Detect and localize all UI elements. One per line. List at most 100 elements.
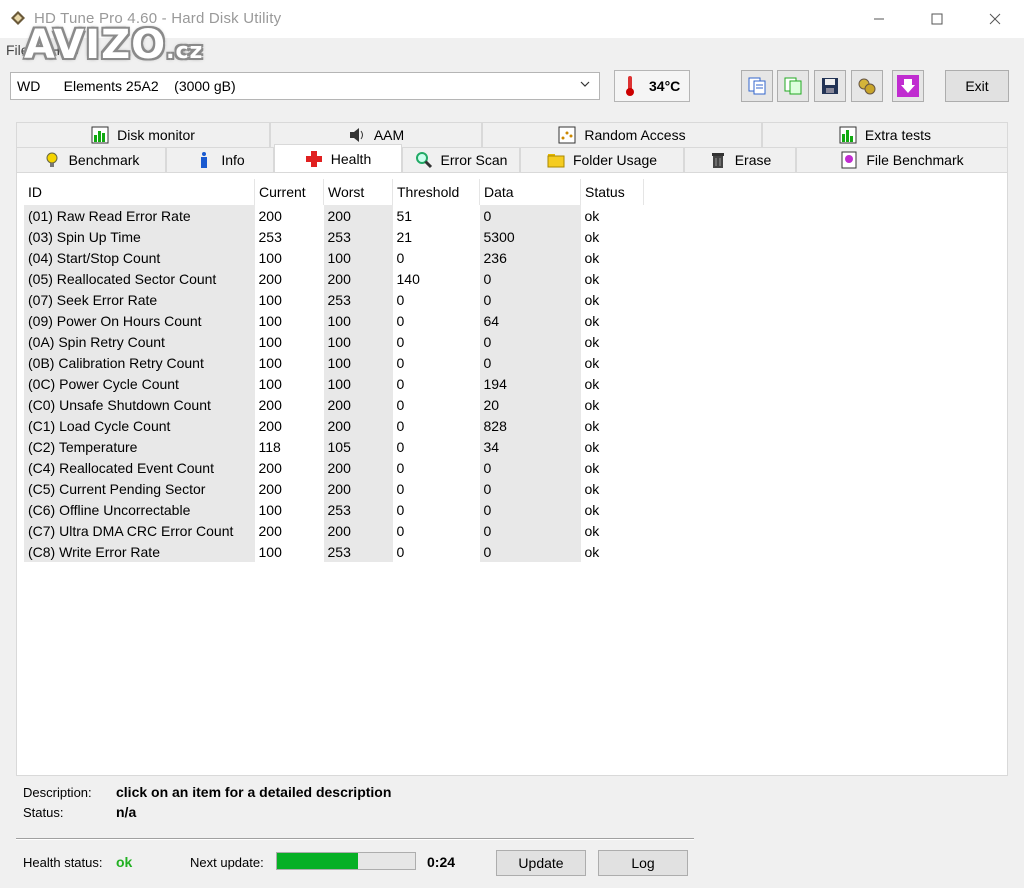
- cell-current: 200: [258, 522, 282, 539]
- cell-id: (03) Spin Up Time: [24, 226, 255, 247]
- cell-id: (C5) Current Pending Sector: [24, 478, 255, 499]
- cell-status: ok: [584, 459, 600, 476]
- description-value: click on an item for a detailed descript…: [116, 784, 392, 800]
- tab-label: AAM: [373, 127, 405, 143]
- chevron-down-icon: [579, 78, 591, 93]
- column-header-threshold[interactable]: Threshold: [392, 179, 480, 205]
- copy-info-button[interactable]: [741, 70, 773, 102]
- cell-worst: 200: [323, 415, 393, 436]
- tab-extra-tests[interactable]: Extra tests: [762, 122, 1008, 147]
- cell-id: (04) Start/Stop Count: [24, 247, 255, 268]
- cell-worst: 253: [323, 541, 393, 562]
- cell-current: 100: [258, 501, 282, 518]
- cell-id: (C0) Unsafe Shutdown Count: [24, 394, 255, 415]
- cell-status: ok: [584, 333, 600, 350]
- download-button[interactable]: [892, 70, 924, 102]
- cell-data: 5300: [479, 226, 581, 247]
- copy-icon: [748, 77, 766, 95]
- disk-monitor-icon: [91, 126, 109, 144]
- minimize-button[interactable]: [850, 0, 908, 38]
- tab-error-scan[interactable]: Error Scan: [402, 147, 520, 172]
- exit-button[interactable]: Exit: [945, 70, 1009, 102]
- column-header-status[interactable]: Status: [580, 179, 644, 205]
- tab-benchmark[interactable]: Benchmark: [16, 147, 166, 172]
- cell-threshold: 0: [396, 312, 405, 329]
- table-row[interactable]: (05) Reallocated Sector Count 200 200 140 0 o…: [24, 268, 644, 289]
- table-row[interactable]: (03) Spin Up Time 253 253 21 5300 ok: [24, 226, 644, 247]
- options-button[interactable]: [851, 70, 883, 102]
- table-row[interactable]: (C1) Load Cycle Count 200 200 0 828 ok: [24, 415, 644, 436]
- tab-disk-monitor[interactable]: Disk monitor: [16, 122, 270, 147]
- tab-info[interactable]: Info: [166, 147, 274, 172]
- table-row[interactable]: (C0) Unsafe Shutdown Count 200 200 0 20 ok: [24, 394, 644, 415]
- info-icon: [201, 152, 208, 168]
- tab-random-access[interactable]: Random Access: [482, 122, 762, 147]
- cell-id: (C7) Ultra DMA CRC Error Count: [24, 520, 255, 541]
- table-row[interactable]: (01) Raw Read Error Rate 200 200 51 0 ok: [24, 205, 644, 226]
- cell-current: 200: [258, 459, 282, 476]
- table-row[interactable]: (0A) Spin Retry Count 100 100 0 0 ok: [24, 331, 644, 352]
- table-row[interactable]: (C8) Write Error Rate 100 253 0 0 ok: [24, 541, 644, 562]
- cell-worst: 100: [323, 352, 393, 373]
- table-row[interactable]: (C5) Current Pending Sector 200 200 0 0 ok: [24, 478, 644, 499]
- log-button[interactable]: Log: [598, 850, 688, 876]
- tab-label: Folder Usage: [572, 152, 658, 168]
- cell-threshold: 140: [396, 270, 420, 287]
- cell-threshold: 21: [396, 228, 413, 245]
- cell-current: 253: [258, 228, 282, 245]
- minimize-icon: [874, 18, 884, 20]
- drive-select[interactable]: WD Elements 25A2 (3000 gB): [10, 72, 600, 100]
- cell-id: (07) Seek Error Rate: [24, 289, 255, 310]
- update-button[interactable]: Update: [496, 850, 586, 876]
- tab-folder-usage[interactable]: Folder Usage: [520, 147, 684, 172]
- save-button[interactable]: [814, 70, 846, 102]
- arrow-down-icon: [897, 75, 919, 97]
- column-header-data[interactable]: Data: [479, 179, 581, 205]
- cell-threshold: 0: [396, 375, 405, 392]
- cell-status: ok: [584, 228, 600, 245]
- close-button[interactable]: [966, 0, 1024, 38]
- tab-label: Health: [330, 150, 372, 167]
- cell-current: 200: [258, 270, 282, 287]
- maximize-icon: [931, 13, 943, 25]
- cell-status: ok: [584, 312, 600, 329]
- tab-label: Extra tests: [864, 127, 932, 143]
- cell-threshold: 0: [396, 291, 405, 308]
- cell-id: (C4) Reallocated Event Count: [24, 457, 255, 478]
- table-row[interactable]: (0C) Power Cycle Count 100 100 0 194 ok: [24, 373, 644, 394]
- maximize-button[interactable]: [908, 0, 966, 38]
- table-row[interactable]: (09) Power On Hours Count 100 100 0 64 ok: [24, 310, 644, 331]
- table-row[interactable]: (C7) Ultra DMA CRC Error Count 200 200 0 0 ok: [24, 520, 644, 541]
- tab-health[interactable]: Health: [274, 144, 402, 172]
- table-row[interactable]: (07) Seek Error Rate 100 253 0 0 ok: [24, 289, 644, 310]
- cell-current: 100: [258, 333, 282, 350]
- temperature-value: 34°C: [649, 78, 681, 94]
- column-header-id[interactable]: ID: [24, 179, 255, 205]
- table-row[interactable]: (04) Start/Stop Count 100 100 0 236 ok: [24, 247, 644, 268]
- table-row[interactable]: (C6) Offline Uncorrectable 100 253 0 0 ok: [24, 499, 644, 520]
- tab-file-benchmark[interactable]: File Benchmark: [796, 147, 1008, 172]
- copy-screenshot-button[interactable]: [777, 70, 809, 102]
- cell-threshold: 51: [396, 207, 413, 224]
- tab-label: Info: [221, 152, 245, 168]
- table-row[interactable]: (0B) Calibration Retry Count 100 100 0 0 ok: [24, 352, 644, 373]
- table-row[interactable]: (C2) Temperature 118 105 0 34 ok: [24, 436, 644, 457]
- cell-threshold: 0: [396, 417, 405, 434]
- cell-worst: 253: [323, 499, 393, 520]
- column-header-current[interactable]: Current: [254, 179, 324, 205]
- tab-label: Disk monitor: [117, 127, 195, 143]
- cell-data: 0: [479, 268, 581, 289]
- cell-threshold: 0: [396, 480, 405, 497]
- benchmark-icon: [46, 152, 58, 167]
- column-header-worst[interactable]: Worst: [323, 179, 393, 205]
- tab-erase[interactable]: Erase: [684, 147, 796, 172]
- table-row[interactable]: (C4) Reallocated Event Count 200 200 0 0 ok: [24, 457, 644, 478]
- cell-data: 236: [479, 247, 581, 268]
- cell-data: 0: [479, 520, 581, 541]
- smart-attributes-table: ID Current Worst Threshold Data Status (…: [24, 179, 644, 562]
- cell-id: (0A) Spin Retry Count: [24, 331, 255, 352]
- cell-data: 194: [479, 373, 581, 394]
- cell-threshold: 0: [396, 501, 405, 518]
- cell-id: (0C) Power Cycle Count: [24, 373, 255, 394]
- cell-status: ok: [584, 417, 600, 434]
